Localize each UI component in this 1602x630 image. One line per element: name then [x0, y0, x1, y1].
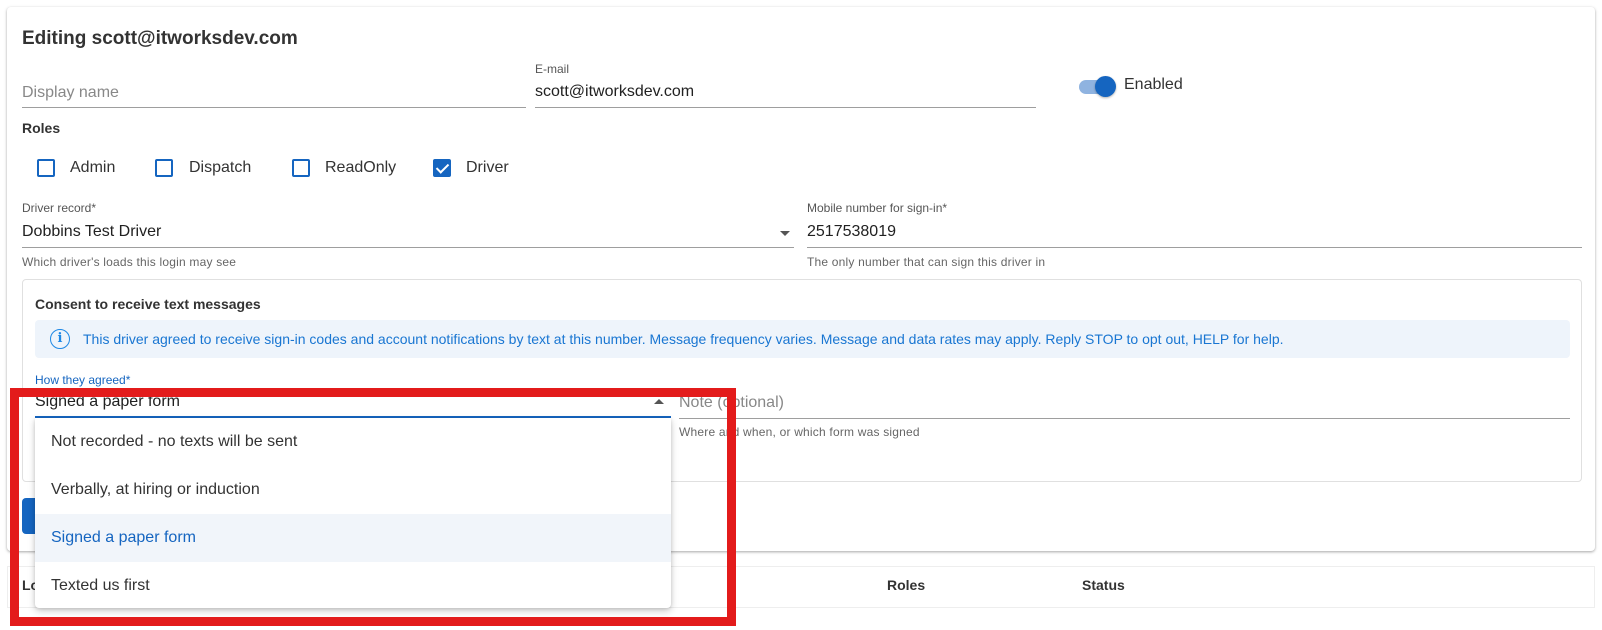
mobile-underline	[807, 247, 1582, 248]
mobile-helper: The only number that can sign this drive…	[807, 255, 1046, 269]
consent-heading: Consent to receive text messages	[35, 296, 261, 312]
driver-checkbox-label[interactable]: Driver	[466, 159, 509, 177]
driver-checkbox[interactable]	[433, 159, 451, 177]
how-agreed-label: How they agreed*	[35, 373, 131, 387]
highlight-box	[10, 388, 736, 626]
enabled-toggle[interactable]	[1077, 75, 1117, 97]
driver-record-helper: Which driver's loads this login may see	[22, 255, 237, 269]
mobile-field[interactable]: 2517538019	[807, 223, 896, 241]
readonly-checkbox-label[interactable]: ReadOnly	[325, 159, 396, 177]
page-title: Editing scott@itworksdev.com	[22, 28, 298, 49]
roles-column-header[interactable]: Roles	[887, 577, 925, 593]
note-underline	[679, 418, 1570, 419]
driver-record-select[interactable]: Dobbins Test Driver	[22, 223, 161, 241]
admin-checkbox[interactable]	[37, 159, 55, 177]
display-name-underline	[22, 107, 526, 108]
chevron-down-icon[interactable]	[780, 231, 790, 236]
driver-record-label: Driver record*	[22, 201, 97, 215]
dispatch-checkbox-label[interactable]: Dispatch	[189, 159, 251, 177]
roles-heading: Roles	[22, 120, 61, 136]
dispatch-checkbox[interactable]	[155, 159, 173, 177]
toggle-thumb	[1095, 76, 1116, 97]
admin-checkbox-label[interactable]: Admin	[70, 159, 115, 177]
email-field[interactable]: scott@itworksdev.com	[535, 83, 694, 101]
display-name-field[interactable]: Display name	[22, 84, 119, 102]
consent-info-text: This driver agreed to receive sign-in co…	[83, 331, 1284, 347]
info-icon: i	[50, 329, 70, 349]
mobile-label: Mobile number for sign-in*	[807, 201, 948, 215]
email-label: E-mail	[535, 62, 570, 76]
email-underline	[535, 107, 1036, 108]
readonly-checkbox[interactable]	[292, 159, 310, 177]
status-column-header[interactable]: Status	[1082, 577, 1125, 593]
driver-record-underline	[22, 247, 794, 248]
enabled-label: Enabled	[1124, 76, 1183, 93]
